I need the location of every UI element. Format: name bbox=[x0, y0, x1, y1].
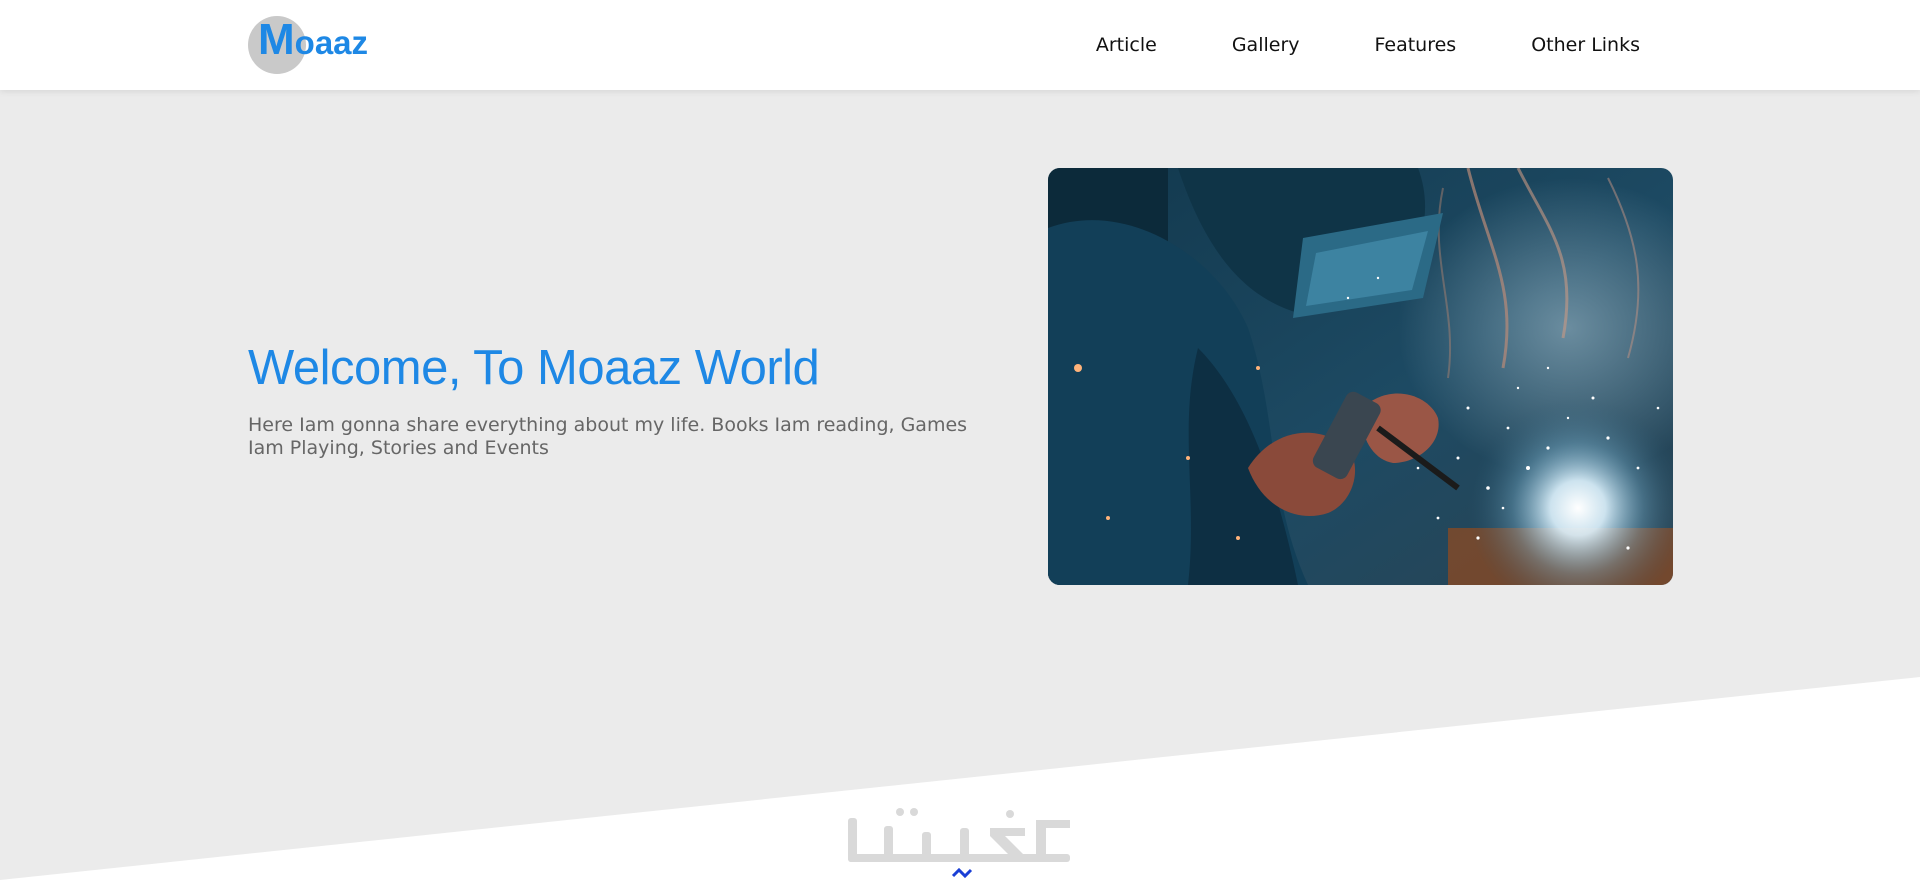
nav-link-article[interactable]: Article bbox=[1096, 34, 1157, 56]
logo-rest: oaaz bbox=[294, 24, 369, 61]
khamsat-watermark bbox=[840, 798, 1080, 880]
logo-text: Moaaz bbox=[248, 11, 368, 79]
nav-link-gallery[interactable]: Gallery bbox=[1232, 34, 1300, 56]
main-nav: Article Gallery Features Other Links bbox=[1021, 0, 1640, 90]
logo-first-letter: M bbox=[258, 15, 295, 64]
nav-link-features[interactable]: Features bbox=[1375, 34, 1457, 56]
hero-text: Welcome, To Moaaz World Here Iam gonna s… bbox=[248, 340, 988, 460]
nav-link-other-links[interactable]: Other Links bbox=[1531, 34, 1640, 56]
hero-description: Here Iam gonna share everything about my… bbox=[248, 414, 968, 459]
hero-title: Welcome, To Moaaz World bbox=[248, 341, 820, 395]
hero-image bbox=[1048, 168, 1673, 585]
hero-section: Welcome, To Moaaz World Here Iam gonna s… bbox=[0, 90, 1920, 880]
welder-photo-icon bbox=[1048, 168, 1673, 585]
khamsat-logo-icon bbox=[848, 808, 1070, 879]
site-header: Moaaz Article Gallery Features Other Lin… bbox=[0, 0, 1920, 90]
site-logo[interactable]: Moaaz bbox=[248, 15, 368, 74]
